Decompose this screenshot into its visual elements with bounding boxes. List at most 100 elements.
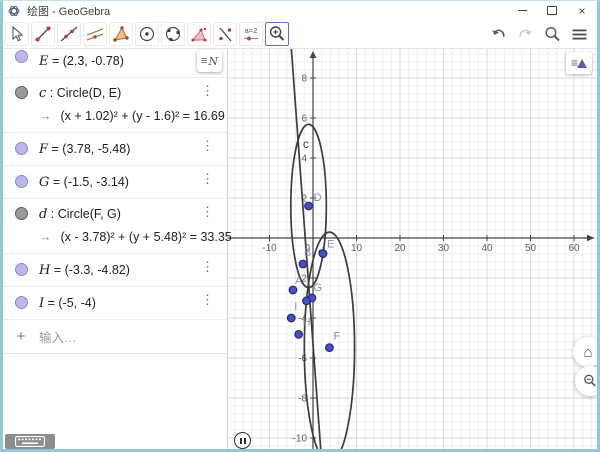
zoom-button[interactable]: [575, 366, 597, 396]
zoom-in-tool-button[interactable]: [265, 22, 289, 46]
x-tick-label: 40: [481, 243, 493, 254]
circle-center-point-tool-button[interactable]: [135, 22, 159, 46]
object-definition: = (-1.5, -3.14): [49, 175, 129, 189]
toolbar: a=2: [3, 20, 597, 49]
y-tick-label: 4: [301, 154, 307, 165]
redo-button[interactable]: [515, 24, 535, 44]
parallel-lines-icon: [85, 24, 105, 44]
parallel-line-tool-button[interactable]: [83, 22, 107, 46]
minimize-button[interactable]: [507, 1, 537, 20]
algebra-row-d[interactable]: d : Circle(F, G)→(x - 3.78)² + (y + 5.48…: [3, 199, 227, 254]
visibility-toggle-c[interactable]: [15, 86, 28, 99]
svg-text:a=2: a=2: [245, 26, 258, 35]
line-icon: [59, 24, 79, 44]
object-name: E: [39, 54, 49, 69]
algebra-row-c[interactable]: c : Circle(D, E)→(x + 1.02)² + (y - 1.6)…: [3, 78, 227, 133]
point-label-G: G: [313, 282, 322, 294]
algebra-row-I[interactable]: I = (-5, -4)⋮: [3, 287, 227, 320]
algebra-row-F[interactable]: F = (3.78, -5.48)⋮: [3, 133, 227, 166]
row-menu-icon[interactable]: ⋮: [201, 84, 214, 97]
visibility-toggle-d[interactable]: [15, 207, 28, 220]
segment-icon: [33, 24, 53, 44]
point-label-I: I: [294, 301, 297, 313]
circle-d[interactable]: [304, 232, 354, 449]
hamburger-menu-icon: [570, 25, 589, 44]
point-I[interactable]: [287, 314, 295, 322]
x-tick-label: 10: [351, 243, 363, 254]
point-A[interactable]: [289, 286, 297, 294]
geogebra-logo-icon: [8, 5, 20, 17]
visibility-toggle-E[interactable]: [15, 50, 28, 63]
segment-tool-button[interactable]: [31, 22, 55, 46]
polygon-icon: [111, 24, 131, 44]
point-B[interactable]: [299, 260, 307, 268]
angle-tool-button[interactable]: [187, 22, 211, 46]
point-label-B: B: [304, 247, 311, 259]
arrow-icon: →: [39, 109, 52, 123]
object-equation: (x - 3.78)² + (y + 5.48)² = 33.35: [61, 230, 232, 244]
point-D[interactable]: [305, 202, 313, 210]
point-H[interactable]: [295, 331, 303, 339]
point-G[interactable]: [303, 297, 311, 305]
algebra-row-G[interactable]: G = (-1.5, -3.14) ⋮: [3, 166, 227, 199]
row-menu-icon[interactable]: ⋮: [201, 260, 214, 273]
home-view-button[interactable]: ⌂: [573, 337, 597, 367]
move-tool-button[interactable]: [5, 22, 29, 46]
undo-button[interactable]: [488, 24, 508, 44]
pause-animation-button[interactable]: [234, 432, 251, 449]
x-tick-label: 60: [568, 243, 580, 254]
algebra-style-button[interactable]: ≡N: [197, 50, 222, 72]
polygon-tool-button[interactable]: [109, 22, 133, 46]
circle-three-points-icon: [163, 24, 183, 44]
visibility-toggle-G[interactable]: [15, 175, 28, 188]
row-menu-icon[interactable]: ⋮: [201, 293, 214, 306]
algebra-panel: E = (2.3, -0.78)⋮c : Circle(D, E)→(x + 1…: [3, 48, 228, 449]
x-axis-arrow-icon: [587, 235, 594, 242]
point-label-A: A: [295, 275, 303, 287]
point-label-H: H: [303, 316, 311, 328]
x-tick-label: 30: [438, 243, 450, 254]
home-icon: ⌂: [583, 344, 592, 361]
row-menu-icon[interactable]: ⋮: [201, 205, 214, 218]
point-label-D: D: [314, 192, 322, 204]
close-button[interactable]: ×: [567, 1, 597, 20]
graphics-view[interactable]: -1001020304050608642-2-4-6-8-10cdABDEFGH…: [228, 48, 597, 449]
cursor-icon: [7, 24, 27, 44]
point-E[interactable]: [319, 250, 327, 258]
object-equation: (x + 1.02)² + (y - 1.6)² = 16.69: [61, 109, 225, 123]
maximize-button[interactable]: [537, 1, 567, 20]
algebra-input-placeholder[interactable]: 输入…: [39, 327, 77, 346]
visibility-toggle-F[interactable]: [15, 142, 28, 155]
x-tick-label: 20: [394, 243, 406, 254]
row-menu-icon[interactable]: ⋮: [201, 139, 214, 152]
visibility-toggle-H[interactable]: [15, 263, 28, 276]
circle-center-icon: [137, 24, 157, 44]
circle-three-points-tool-button[interactable]: [161, 22, 185, 46]
arrow-icon: →: [39, 230, 52, 244]
y-tick-label: -10: [293, 434, 308, 445]
search-button[interactable]: [542, 24, 562, 44]
keyboard-icon: [15, 436, 45, 447]
slider-icon: a=2: [241, 24, 261, 44]
object-name: G: [39, 175, 49, 190]
slider-tool-button[interactable]: a=2: [239, 22, 263, 46]
object-definition: : Circle(D, E): [46, 86, 121, 100]
algebra-row-E[interactable]: E = (2.3, -0.78)⋮: [3, 48, 227, 78]
virtual-keyboard-button[interactable]: [5, 434, 55, 449]
x-tick-label: 50: [525, 243, 537, 254]
algebra-row-H[interactable]: H = (-3.3, -4.82)⋮: [3, 254, 227, 287]
graph-canvas[interactable]: -1001020304050608642-2-4-6-8-10cdABDEFGH…: [228, 48, 597, 449]
graphics-style-button[interactable]: ≡: [566, 52, 592, 74]
point-label-F: F: [333, 331, 340, 343]
perpendicular-line-tool-button[interactable]: [213, 22, 237, 46]
menu-button[interactable]: [569, 24, 589, 44]
line-tool-button[interactable]: [57, 22, 81, 46]
object-definition: = (2.3, -0.78): [49, 54, 124, 68]
row-menu-icon[interactable]: ⋮: [201, 172, 214, 185]
point-F[interactable]: [326, 344, 334, 352]
curve-label-c: c: [303, 139, 309, 151]
point-label-E: E: [327, 239, 334, 251]
algebra-input-row[interactable]: + 输入…: [3, 320, 227, 354]
visibility-toggle-I[interactable]: [15, 296, 28, 309]
minimize-icon: [518, 10, 527, 11]
